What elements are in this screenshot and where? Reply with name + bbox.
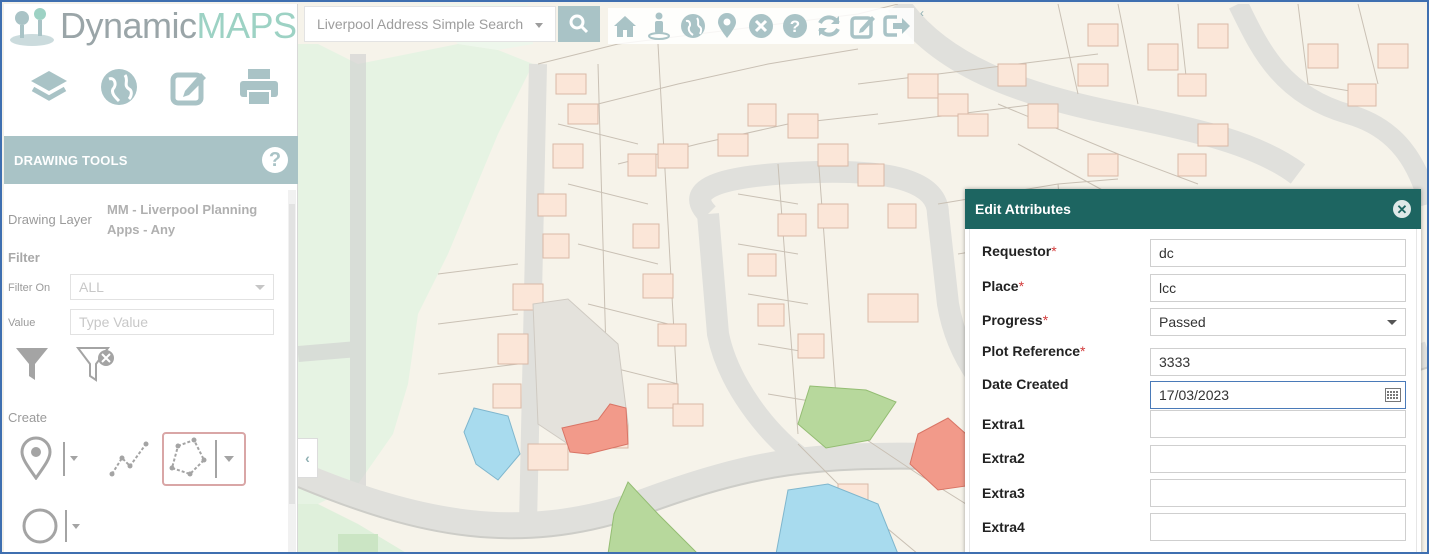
search-icon <box>569 14 589 34</box>
close-icon[interactable]: ✕ <box>1393 200 1411 218</box>
sidebar-scrollbar[interactable] <box>288 190 296 552</box>
date-created-value: 17/03/2023 <box>1159 387 1230 403</box>
requestor-input[interactable]: dc <box>1150 239 1406 267</box>
extra3-input[interactable] <box>1150 479 1406 507</box>
sidebar: DynamicMAPS DRAWING TOOLS ? Drawing Laye… <box>4 4 298 552</box>
edit-icon[interactable] <box>164 62 214 112</box>
required-marker: * <box>1018 278 1025 294</box>
filter-value-input[interactable]: Type Value <box>70 309 274 335</box>
progress-label: Progress* <box>982 312 1048 328</box>
filter-icon[interactable] <box>12 344 52 384</box>
extra1-label: Extra1 <box>982 416 1025 432</box>
drawing-tools-title: DRAWING TOOLS <box>14 152 128 168</box>
map-marker-icon[interactable] <box>712 11 742 41</box>
help-icon[interactable]: ? <box>780 11 810 41</box>
draw-circle-button[interactable] <box>22 506 86 546</box>
clear-icon[interactable] <box>746 11 776 41</box>
logout-icon[interactable] <box>882 11 912 41</box>
extra1-label-text: Extra1 <box>982 416 1025 432</box>
draw-polygon-button[interactable] <box>162 432 246 486</box>
brand-name: DynamicMAPS <box>60 5 297 47</box>
clear-filter-icon[interactable] <box>74 344 118 384</box>
help-icon[interactable]: ? <box>262 147 288 173</box>
chevron-left-icon[interactable]: ‹ <box>920 6 934 20</box>
refresh-icon[interactable] <box>814 11 844 41</box>
logo-mark-icon <box>4 4 60 48</box>
progress-label-text: Progress <box>982 312 1043 328</box>
extra1-input[interactable] <box>1150 410 1406 438</box>
sidebar-scroll-thumb[interactable] <box>289 204 295 504</box>
extra2-input[interactable] <box>1150 445 1406 473</box>
address-search-input[interactable]: Liverpool Address Simple Search <box>304 6 556 42</box>
extra3-label: Extra3 <box>982 485 1025 501</box>
chevron-down-icon[interactable] <box>535 23 543 28</box>
edit-attributes-header: Edit Attributes ✕ <box>965 189 1421 229</box>
drawing-tools-body: Drawing Layer MM - Liverpool Planning Ap… <box>4 184 298 552</box>
progress-value: Passed <box>1159 314 1206 330</box>
filter-on-value: ALL <box>79 279 104 295</box>
brand-left: Dynamic <box>60 5 197 46</box>
plot-reference-value: 3333 <box>1159 354 1191 370</box>
filter-on-select[interactable]: ALL <box>70 274 274 300</box>
main-toolbar <box>14 62 294 116</box>
requestor-value: dc <box>1159 245 1174 261</box>
extra2-label-text: Extra2 <box>982 450 1025 466</box>
plot-reference-label-text: Plot Reference <box>982 343 1081 359</box>
requestor-label: Requestor* <box>982 243 1057 259</box>
home-icon[interactable] <box>610 11 640 41</box>
extra3-label-text: Extra3 <box>982 485 1025 501</box>
draw-point-button[interactable] <box>20 436 80 481</box>
collapse-sidebar-button[interactable]: ‹ <box>298 438 318 478</box>
date-created-label: Date Created <box>982 376 1068 392</box>
plot-reference-label: Plot Reference* <box>982 343 1086 359</box>
chevron-left-icon: ‹ <box>305 450 310 466</box>
place-label: Place* <box>982 278 1024 294</box>
edit-attributes-title: Edit Attributes <box>975 201 1071 217</box>
plot-reference-input[interactable]: 3333 <box>1150 348 1406 376</box>
place-value: lcc <box>1159 280 1177 296</box>
requestor-label-text: Requestor <box>982 243 1052 259</box>
chevron-down-icon <box>255 285 265 290</box>
filter-heading: Filter <box>8 250 40 265</box>
extra4-label-text: Extra4 <box>982 519 1025 535</box>
chevron-down-icon[interactable] <box>1387 320 1397 325</box>
globe-icon[interactable] <box>678 11 708 41</box>
date-created-input[interactable]: 17/03/2023 <box>1150 381 1406 409</box>
edit-icon[interactable] <box>848 11 878 41</box>
address-search-placeholder: Liverpool Address Simple Search <box>317 16 524 32</box>
value-label: Value <box>8 317 36 329</box>
edit-attributes-panel: Edit Attributes ✕ Requestor* dc Place* lcc P… <box>965 189 1421 552</box>
place-label-text: Place <box>982 278 1019 294</box>
required-marker: * <box>1080 343 1086 359</box>
progress-input[interactable]: Passed <box>1150 308 1406 336</box>
calendar-icon[interactable] <box>1385 388 1401 402</box>
edit-attributes-form: Requestor* dc Place* lcc Progress* Passed Plot… <box>969 229 1417 552</box>
create-heading: Create <box>8 410 48 425</box>
brand-right: MAPS <box>196 5 298 46</box>
required-marker: * <box>1051 243 1057 259</box>
required-marker: * <box>1042 312 1049 328</box>
drawing-layer-value[interactable]: MM - Liverpool Planning Apps - Any <box>107 200 277 240</box>
drawing-tools-header: DRAWING TOOLS ? <box>4 136 298 184</box>
map-toolbar: ? <box>608 8 914 44</box>
extra2-label: Extra2 <box>982 450 1025 466</box>
place-input[interactable]: lcc <box>1150 274 1406 302</box>
svg-text:?: ? <box>790 17 800 36</box>
date-created-label-text: Date Created <box>982 376 1069 392</box>
draw-line-button[interactable] <box>108 438 152 478</box>
globe-icon[interactable] <box>94 62 144 112</box>
street-view-icon[interactable] <box>644 11 674 41</box>
print-icon[interactable] <box>234 62 284 112</box>
app-logo: DynamicMAPS <box>4 4 298 48</box>
extra4-label: Extra4 <box>982 519 1025 535</box>
drawing-layer-label: Drawing Layer <box>8 212 92 227</box>
filter-on-label: Filter On <box>8 282 51 294</box>
app-window: DynamicMAPS DRAWING TOOLS ? Drawing Laye… <box>0 0 1429 554</box>
filter-value-placeholder: Type Value <box>79 314 149 330</box>
extra4-input[interactable] <box>1150 513 1406 541</box>
search-button[interactable] <box>558 6 600 42</box>
layers-icon[interactable] <box>24 62 74 112</box>
